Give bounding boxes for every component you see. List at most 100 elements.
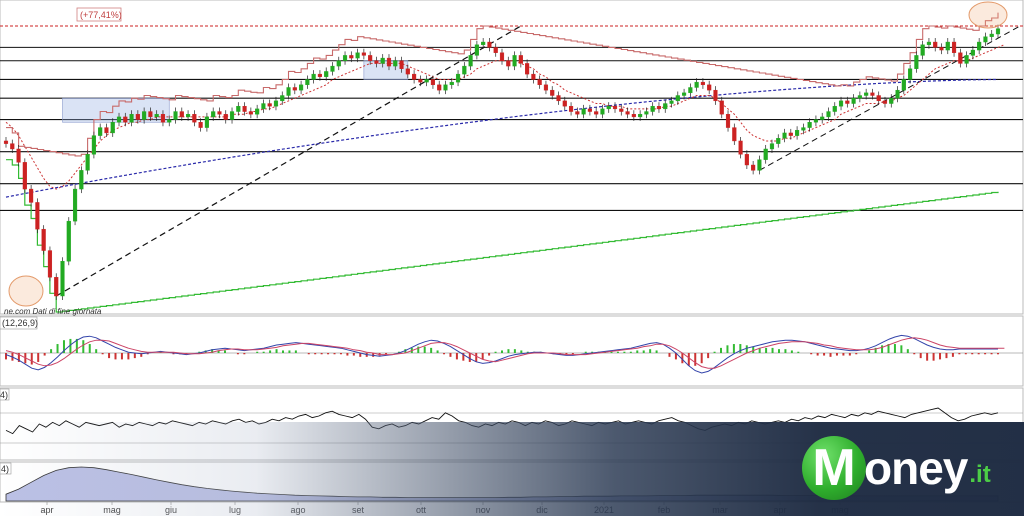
candle-body [587, 108, 592, 112]
candle-body [631, 114, 636, 118]
support-step-line [6, 159, 999, 313]
candle-body [795, 130, 800, 136]
candle-body [719, 100, 724, 115]
candle-body [116, 116, 122, 123]
candle-body [857, 95, 862, 99]
candle-body [506, 60, 511, 67]
candle-body [606, 105, 611, 110]
candle-body [280, 95, 285, 102]
candle-body [644, 111, 649, 115]
candle-body [895, 89, 900, 99]
candle-body [16, 148, 21, 163]
candle-body [958, 52, 963, 64]
candle-body [198, 122, 203, 128]
candle-body [782, 132, 787, 139]
candle-body [700, 81, 705, 86]
candle-body [568, 105, 574, 112]
candle-body [995, 28, 1001, 35]
candle-body [820, 116, 825, 120]
x-tick-label: mag [103, 505, 121, 515]
candle-body [725, 114, 731, 128]
x-tick-label: ott [416, 505, 427, 515]
candle-body [763, 148, 768, 160]
x-tick-label: lug [229, 505, 241, 515]
candle-body [713, 89, 718, 102]
candle-body [60, 261, 65, 297]
candle-body [430, 79, 436, 86]
candle-body [211, 111, 216, 118]
candle-body [324, 71, 329, 77]
volume-label: 4) [1, 464, 9, 474]
x-tick-label: ago [290, 505, 305, 515]
candle-body [179, 111, 184, 118]
candle-body [135, 114, 140, 120]
candle-body [474, 44, 479, 56]
candle-body [688, 87, 693, 94]
x-tick-label: 2021 [594, 505, 614, 515]
candle-body [769, 143, 775, 150]
candle-body [650, 105, 655, 112]
candle-body [261, 103, 266, 110]
candle-body [355, 52, 360, 59]
candle-body [933, 41, 938, 48]
candle-body [550, 89, 555, 96]
candle-body [612, 105, 618, 110]
candle-body [537, 79, 542, 86]
candle-body [983, 36, 988, 43]
candle-body [217, 111, 222, 115]
candle-body [512, 55, 517, 67]
candle-body [575, 111, 580, 115]
candle-body [744, 154, 749, 166]
price-change-label: (+77,41%) [80, 10, 122, 20]
candle-body [870, 92, 875, 96]
candle-body [638, 114, 643, 118]
x-tick-label: mar [712, 505, 728, 515]
candle-body [424, 79, 429, 83]
candle-body [336, 60, 341, 67]
candle-body [72, 188, 78, 222]
candle-body [776, 138, 781, 144]
money-logo: M oney .it [802, 436, 991, 500]
candle-body [412, 73, 417, 80]
candle-body [838, 100, 844, 107]
candle-body [160, 114, 166, 123]
candle-body [286, 87, 291, 96]
candle-body [826, 111, 831, 118]
candle-body [656, 105, 662, 110]
x-tick-label: apr [40, 505, 53, 515]
candle-body [594, 111, 599, 115]
candle-body [223, 114, 228, 120]
candle-body [3, 140, 9, 144]
candle-body [920, 44, 925, 56]
x-tick-label: dic [536, 505, 548, 515]
candle-body [330, 65, 335, 72]
candle-body [10, 143, 15, 150]
candle-body [437, 84, 442, 91]
oscillator-label: 4) [0, 390, 8, 400]
candle-body [487, 41, 492, 48]
candle-body [669, 100, 674, 104]
candle-body [977, 41, 982, 51]
candle-body [91, 135, 96, 155]
resistance-step-line [6, 12, 999, 157]
x-tick-label: apr [773, 505, 786, 515]
candle-body [66, 220, 71, 262]
candle-body [813, 119, 818, 123]
candle-body [951, 41, 957, 53]
candle-body [682, 92, 687, 96]
candle-body [405, 68, 410, 75]
candle-body [142, 111, 147, 120]
oscillator-line [5, 407, 999, 435]
candle-body [964, 55, 969, 64]
x-tick-label: set [352, 505, 365, 515]
candle-body [393, 60, 398, 67]
candle-body [148, 111, 153, 118]
candle-body [242, 105, 247, 112]
candle-body [154, 114, 159, 118]
candle-body [738, 140, 743, 155]
candle-body [543, 84, 549, 91]
candle-body [751, 164, 756, 171]
candle-body [675, 95, 680, 102]
candle-body [663, 103, 668, 110]
x-tick-label: nov [476, 505, 491, 515]
